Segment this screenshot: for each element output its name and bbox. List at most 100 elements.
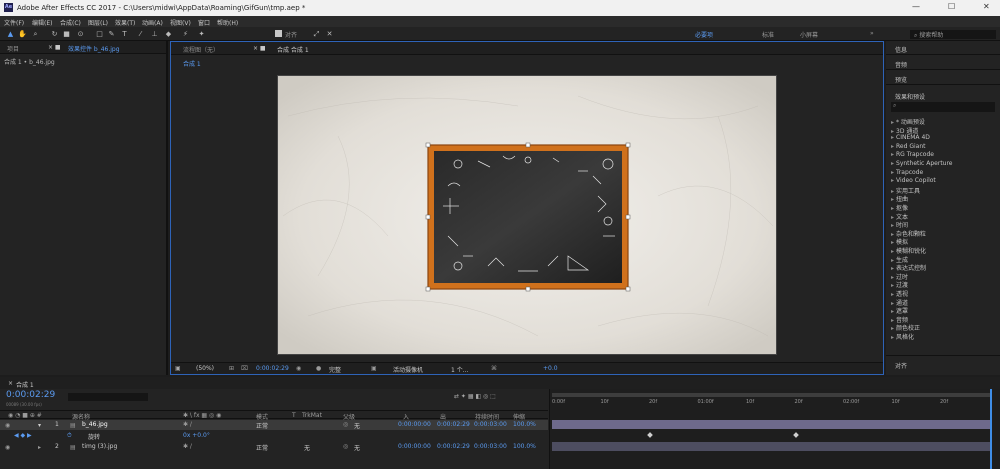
layer-stretch[interactable]: 100.0% xyxy=(513,421,536,428)
menu-layer[interactable]: 图层(L) xyxy=(88,18,108,27)
timeline-search-input[interactable] xyxy=(68,393,148,401)
effects-search-input[interactable]: ⌕ xyxy=(891,102,995,112)
expand-triangle-icon[interactable]: ▸ xyxy=(38,444,41,451)
layer-row[interactable]: ◉ ▾ 1 ▤ b_46.jpg ✱ / 正常 ◎ 无 0:00:00:00 0… xyxy=(0,420,548,430)
search-help-input[interactable]: ⌕ 搜索帮助 xyxy=(910,30,996,39)
snap-expand-icon[interactable]: ✕ xyxy=(325,30,334,38)
layer-duration[interactable]: 0:00:03:00 xyxy=(474,443,507,450)
layer-mode[interactable]: 正常 xyxy=(256,421,268,430)
align-panel-header[interactable]: 对齐 xyxy=(895,361,907,370)
workspace-more-icon[interactable]: » xyxy=(870,30,874,37)
effects-category[interactable]: ▸ 风格化 xyxy=(891,332,914,341)
tab-close-icon[interactable]: × ■ xyxy=(48,44,61,51)
keyframe[interactable] xyxy=(793,432,799,438)
workspace-small-screen[interactable]: 小屏幕 xyxy=(800,30,818,39)
current-time-indicator[interactable] xyxy=(990,389,992,469)
layer-in[interactable]: 0:00:00:00 xyxy=(398,421,431,428)
info-panel-header[interactable]: 信息 xyxy=(886,41,1000,55)
layer-switches[interactable]: ✱ / xyxy=(183,421,192,428)
preview-panel-header[interactable]: 预览 xyxy=(886,71,1000,85)
comp-timecode[interactable]: 0:00:02:29 xyxy=(256,365,289,372)
parent-pickwhip-icon[interactable]: ◎ xyxy=(343,421,348,428)
property-row[interactable]: ◀ ◆ ▶ ⏱ 旋转 0x +0.0° xyxy=(0,431,548,441)
tab-project[interactable]: 项目 xyxy=(7,44,19,53)
resolution-dropdown[interactable]: 完整 xyxy=(329,365,341,374)
parent-pickwhip-icon[interactable]: ◎ xyxy=(343,443,348,450)
menu-help[interactable]: 帮助(H) xyxy=(217,18,238,27)
camera-tool-icon[interactable]: ■ xyxy=(62,30,71,38)
layer-parent[interactable]: 无 xyxy=(354,421,360,430)
tab-timeline-comp[interactable]: 合成 1 xyxy=(16,380,34,389)
menu-animation[interactable]: 动画(A) xyxy=(142,18,163,27)
roto-brush-tool-icon[interactable]: ⚡ xyxy=(181,30,190,38)
always-preview-icon[interactable]: ▣ xyxy=(175,365,181,372)
visibility-icon[interactable]: ◉ xyxy=(5,422,10,429)
eraser-tool-icon[interactable]: ◆ xyxy=(164,30,173,38)
comp-breadcrumb[interactable]: 合成 1 xyxy=(183,59,201,68)
layer-out[interactable]: 0:00:02:29 xyxy=(437,421,470,428)
timeline-graph[interactable]: 0:00f 10f 20f 01:00f 10f 20f 02:00f 10f 20f xyxy=(549,389,1000,469)
zoom-dropdown[interactable]: (50%) xyxy=(196,365,214,372)
workspace-essentials[interactable]: 必要项 xyxy=(695,30,713,39)
tab-effect-controls[interactable]: 效果控件 b_46.jpg xyxy=(68,44,120,53)
work-area-bar[interactable] xyxy=(552,393,992,397)
menu-view[interactable]: 视图(V) xyxy=(170,18,191,27)
workspace-standard[interactable]: 标准 xyxy=(762,30,774,39)
brush-tool-icon[interactable]: ⁄ xyxy=(136,30,145,38)
menu-edit[interactable]: 编辑(E) xyxy=(32,18,52,27)
keyframe-nav-icon[interactable]: ◀ ◆ ▶ xyxy=(14,432,32,439)
clone-stamp-tool-icon[interactable]: ⊥ xyxy=(150,30,159,38)
close-button[interactable]: ✕ xyxy=(983,2,990,11)
property-value[interactable]: 0x +0.0° xyxy=(183,432,210,439)
menu-file[interactable]: 文件(F) xyxy=(4,18,24,27)
layer-row[interactable]: ◉ ▸ 2 ▤ timg (3).jpg ✱ / 正常 无 ◎ 无 0:00:0… xyxy=(0,442,548,452)
audio-panel-header[interactable]: 音频 xyxy=(886,56,1000,70)
keyframe[interactable] xyxy=(647,432,653,438)
composition-canvas[interactable] xyxy=(277,75,777,355)
timeline-close-icon[interactable]: × xyxy=(8,380,13,387)
layer-in[interactable]: 0:00:00:00 xyxy=(398,443,431,450)
layer-switches[interactable]: ✱ / xyxy=(183,443,192,450)
tab-composition[interactable]: 合成 合成 1 xyxy=(277,45,309,54)
exposure-value[interactable]: +0.0 xyxy=(543,365,558,372)
layer-out[interactable]: 0:00:02:29 xyxy=(437,443,470,450)
col-trkmat[interactable]: TrkMat xyxy=(302,412,322,419)
grid-icon[interactable]: ⊞ xyxy=(229,365,234,372)
expand-triangle-icon[interactable]: ▾ xyxy=(38,422,41,429)
mask-icon[interactable]: ⌧ xyxy=(241,365,248,372)
tab-composition-close-icon[interactable]: × ■ xyxy=(253,45,266,52)
menu-composition[interactable]: 合成(C) xyxy=(60,18,81,27)
views-dropdown[interactable]: 1 个... xyxy=(451,365,468,374)
layer-1-bar[interactable] xyxy=(552,420,992,429)
timeline-switches-icon[interactable]: ⇄ ✦ ▦ ◧ ◎ ⬚ xyxy=(454,393,496,400)
tab-flowchart[interactable]: 流程图（无） xyxy=(183,45,219,54)
rotate-tool-icon[interactable]: ↻ xyxy=(50,30,59,38)
layer-2-bar[interactable] xyxy=(552,442,992,451)
effects-category[interactable]: ▸ RG Trapcode xyxy=(891,151,934,158)
layer-name[interactable]: timg (3).jpg xyxy=(82,443,117,450)
snapshot-icon[interactable]: ◉ xyxy=(296,365,301,372)
menu-window[interactable]: 窗口 xyxy=(198,18,210,27)
selection-tool-icon[interactable]: ▲ xyxy=(6,30,15,38)
pen-tool-icon[interactable]: ✎ xyxy=(107,30,116,38)
snap-options-icon[interactable]: ⤢ xyxy=(312,30,321,38)
layer-duration[interactable]: 0:00:03:00 xyxy=(474,421,507,428)
effects-category[interactable]: ▸ Synthetic Aperture xyxy=(891,160,953,167)
effects-category[interactable]: ▸ CINEMA 4D xyxy=(891,134,930,141)
zoom-tool-icon[interactable]: ⌕ xyxy=(31,30,40,38)
layer-mode[interactable]: 正常 xyxy=(256,443,268,452)
effects-category[interactable]: ▸ Trapcode xyxy=(891,169,923,176)
rectangle-tool-icon[interactable]: □ xyxy=(95,30,104,38)
render-options-icon[interactable]: ⌘ xyxy=(491,365,497,372)
pan-behind-tool-icon[interactable]: ⊙ xyxy=(76,30,85,38)
timeline-timecode[interactable]: 0:00:02:29 xyxy=(6,390,55,400)
maximize-button[interactable]: ☐ xyxy=(948,2,955,11)
menu-effect[interactable]: 效果(T) xyxy=(115,18,135,27)
minimize-button[interactable]: — xyxy=(912,2,920,11)
effects-category[interactable]: ▸ Red Giant xyxy=(891,143,925,150)
puppet-tool-icon[interactable]: ✦ xyxy=(197,30,206,38)
color-channel-icon[interactable]: ● xyxy=(316,365,321,372)
visibility-icon[interactable]: ◉ xyxy=(5,444,10,451)
layer-stretch[interactable]: 100.0% xyxy=(513,443,536,450)
hand-tool-icon[interactable]: ✋ xyxy=(18,30,27,38)
